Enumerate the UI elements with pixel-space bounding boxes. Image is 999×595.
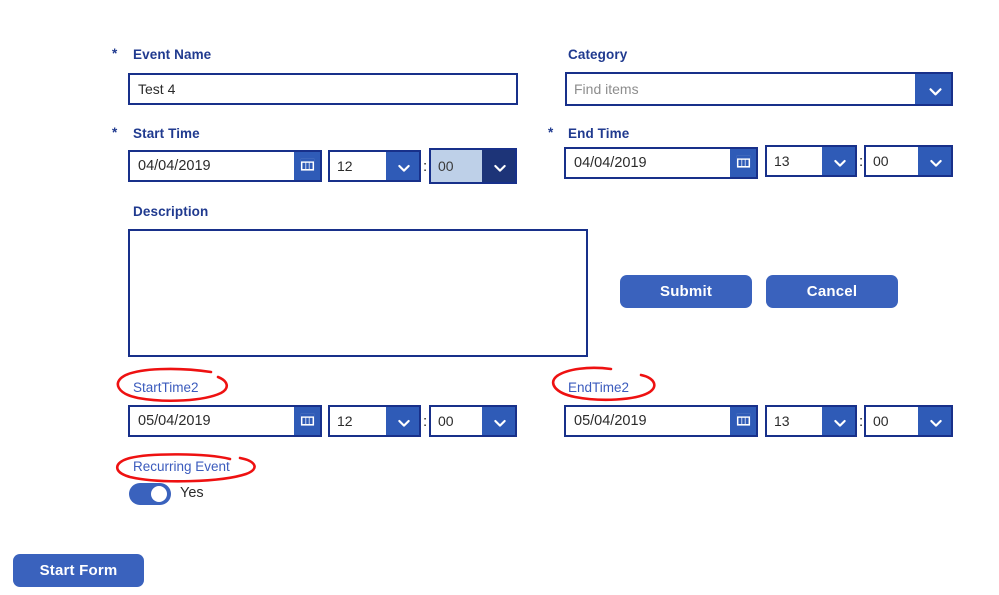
start-time-2-calendar-button[interactable] <box>294 407 320 435</box>
end-time-required-marker: * <box>548 125 554 140</box>
end-time-2-date-value: 05/04/2019 <box>566 407 730 435</box>
description-label: Description <box>133 204 209 219</box>
event-name-input-value: Test 4 <box>138 81 176 97</box>
cancel-button-label: Cancel <box>806 283 858 300</box>
end-time-2-minute-value: 00 <box>866 407 918 435</box>
end-time-2-date-input[interactable]: 05/04/2019 <box>564 405 758 437</box>
end-time-separator: : <box>859 153 864 170</box>
start-time-hour-dropdown-button[interactable] <box>386 152 419 180</box>
start-time-separator: : <box>423 158 428 175</box>
start-time-2-minute-dropdown-button[interactable] <box>482 407 515 435</box>
end-time-date-input[interactable]: 04/04/2019 <box>564 147 758 179</box>
calendar-icon <box>300 157 315 175</box>
description-textarea-value <box>130 231 586 241</box>
start-time-2-hour-select[interactable]: 12 <box>328 405 421 437</box>
chevron-down-icon <box>928 155 942 168</box>
start-time-2-minute-value: 00 <box>431 407 482 435</box>
end-time-2-minute-dropdown-button[interactable] <box>918 407 951 435</box>
calendar-icon <box>300 412 315 430</box>
calendar-icon <box>736 412 751 430</box>
end-time-2-label: EndTime2 <box>568 380 630 395</box>
start-time-minute-value: 00 <box>431 150 482 182</box>
event-name-required-star: * <box>112 46 117 61</box>
chevron-down-icon <box>396 160 410 173</box>
chevron-down-icon <box>832 415 846 428</box>
chevron-down-icon <box>928 415 942 428</box>
end-time-date-value: 04/04/2019 <box>566 149 730 177</box>
end-time-2-hour-select[interactable]: 13 <box>765 405 857 437</box>
start-form-button-label: Start Form <box>39 562 118 579</box>
end-time-hour-select[interactable]: 13 <box>765 145 857 177</box>
start-time-2-hour-value: 12 <box>330 407 386 435</box>
chevron-down-icon <box>492 415 506 428</box>
end-time-minute-dropdown-button[interactable] <box>918 147 951 175</box>
description-textarea[interactable] <box>128 229 588 357</box>
start-time-minute-dropdown-button[interactable] <box>482 150 515 182</box>
end-time-hour-dropdown-button[interactable] <box>822 147 855 175</box>
start-time-2-hour-dropdown-button[interactable] <box>386 407 419 435</box>
chevron-down-icon <box>927 83 942 96</box>
end-time-minute-value: 00 <box>866 147 918 175</box>
start-time-2-label: StartTime2 <box>133 380 199 395</box>
end-time-2-minute-select[interactable]: 00 <box>864 405 953 437</box>
start-time-2-date-input[interactable]: 05/04/2019 <box>128 405 322 437</box>
category-label: Category <box>568 47 628 62</box>
event-name-required-marker: * <box>112 46 118 61</box>
recurring-event-toggle-text: Yes <box>180 485 204 501</box>
start-form-button[interactable]: Start Form <box>13 554 144 587</box>
chevron-down-icon <box>492 160 506 173</box>
recurring-event-toggle[interactable] <box>129 483 171 505</box>
chevron-down-icon <box>396 415 410 428</box>
chevron-down-icon <box>832 155 846 168</box>
start-time-2-minute-select[interactable]: 00 <box>429 405 517 437</box>
end-time-calendar-button[interactable] <box>730 149 756 177</box>
start-time-2-separator: : <box>423 413 428 430</box>
start-time-date-input[interactable]: 04/04/2019 <box>128 150 322 182</box>
end-time-2-calendar-button[interactable] <box>730 407 756 435</box>
start-time-required-marker: * <box>112 125 118 140</box>
end-time-2-separator: : <box>859 413 864 430</box>
category-select-value: Find items <box>567 74 915 104</box>
end-time-2-hour-dropdown-button[interactable] <box>822 407 855 435</box>
end-time-hour-value: 13 <box>767 147 822 175</box>
start-time-minute-select[interactable]: 00 <box>429 148 517 184</box>
end-time-label: End Time <box>568 126 630 141</box>
toggle-knob <box>151 486 167 502</box>
start-time-calendar-button[interactable] <box>294 152 320 180</box>
start-time-hour-value: 12 <box>330 152 386 180</box>
event-name-label: Event Name <box>133 47 212 62</box>
end-time-2-hour-value: 13 <box>767 407 822 435</box>
category-select[interactable]: Find items <box>565 72 953 106</box>
category-dropdown-button[interactable] <box>915 74 951 104</box>
end-time-required-star: * <box>548 125 553 140</box>
submit-button[interactable]: Submit <box>620 275 752 308</box>
start-time-required-star: * <box>112 125 117 140</box>
start-time-hour-select[interactable]: 12 <box>328 150 421 182</box>
submit-button-label: Submit <box>659 283 713 300</box>
calendar-icon <box>736 154 751 172</box>
start-time-label: Start Time <box>133 126 200 141</box>
end-time-minute-select[interactable]: 00 <box>864 145 953 177</box>
start-time-date-value: 04/04/2019 <box>130 152 294 180</box>
recurring-event-label: Recurring Event <box>133 459 230 474</box>
event-name-input[interactable]: Test 4 <box>128 73 518 105</box>
cancel-button[interactable]: Cancel <box>766 275 898 308</box>
start-time-2-date-value: 05/04/2019 <box>130 407 294 435</box>
